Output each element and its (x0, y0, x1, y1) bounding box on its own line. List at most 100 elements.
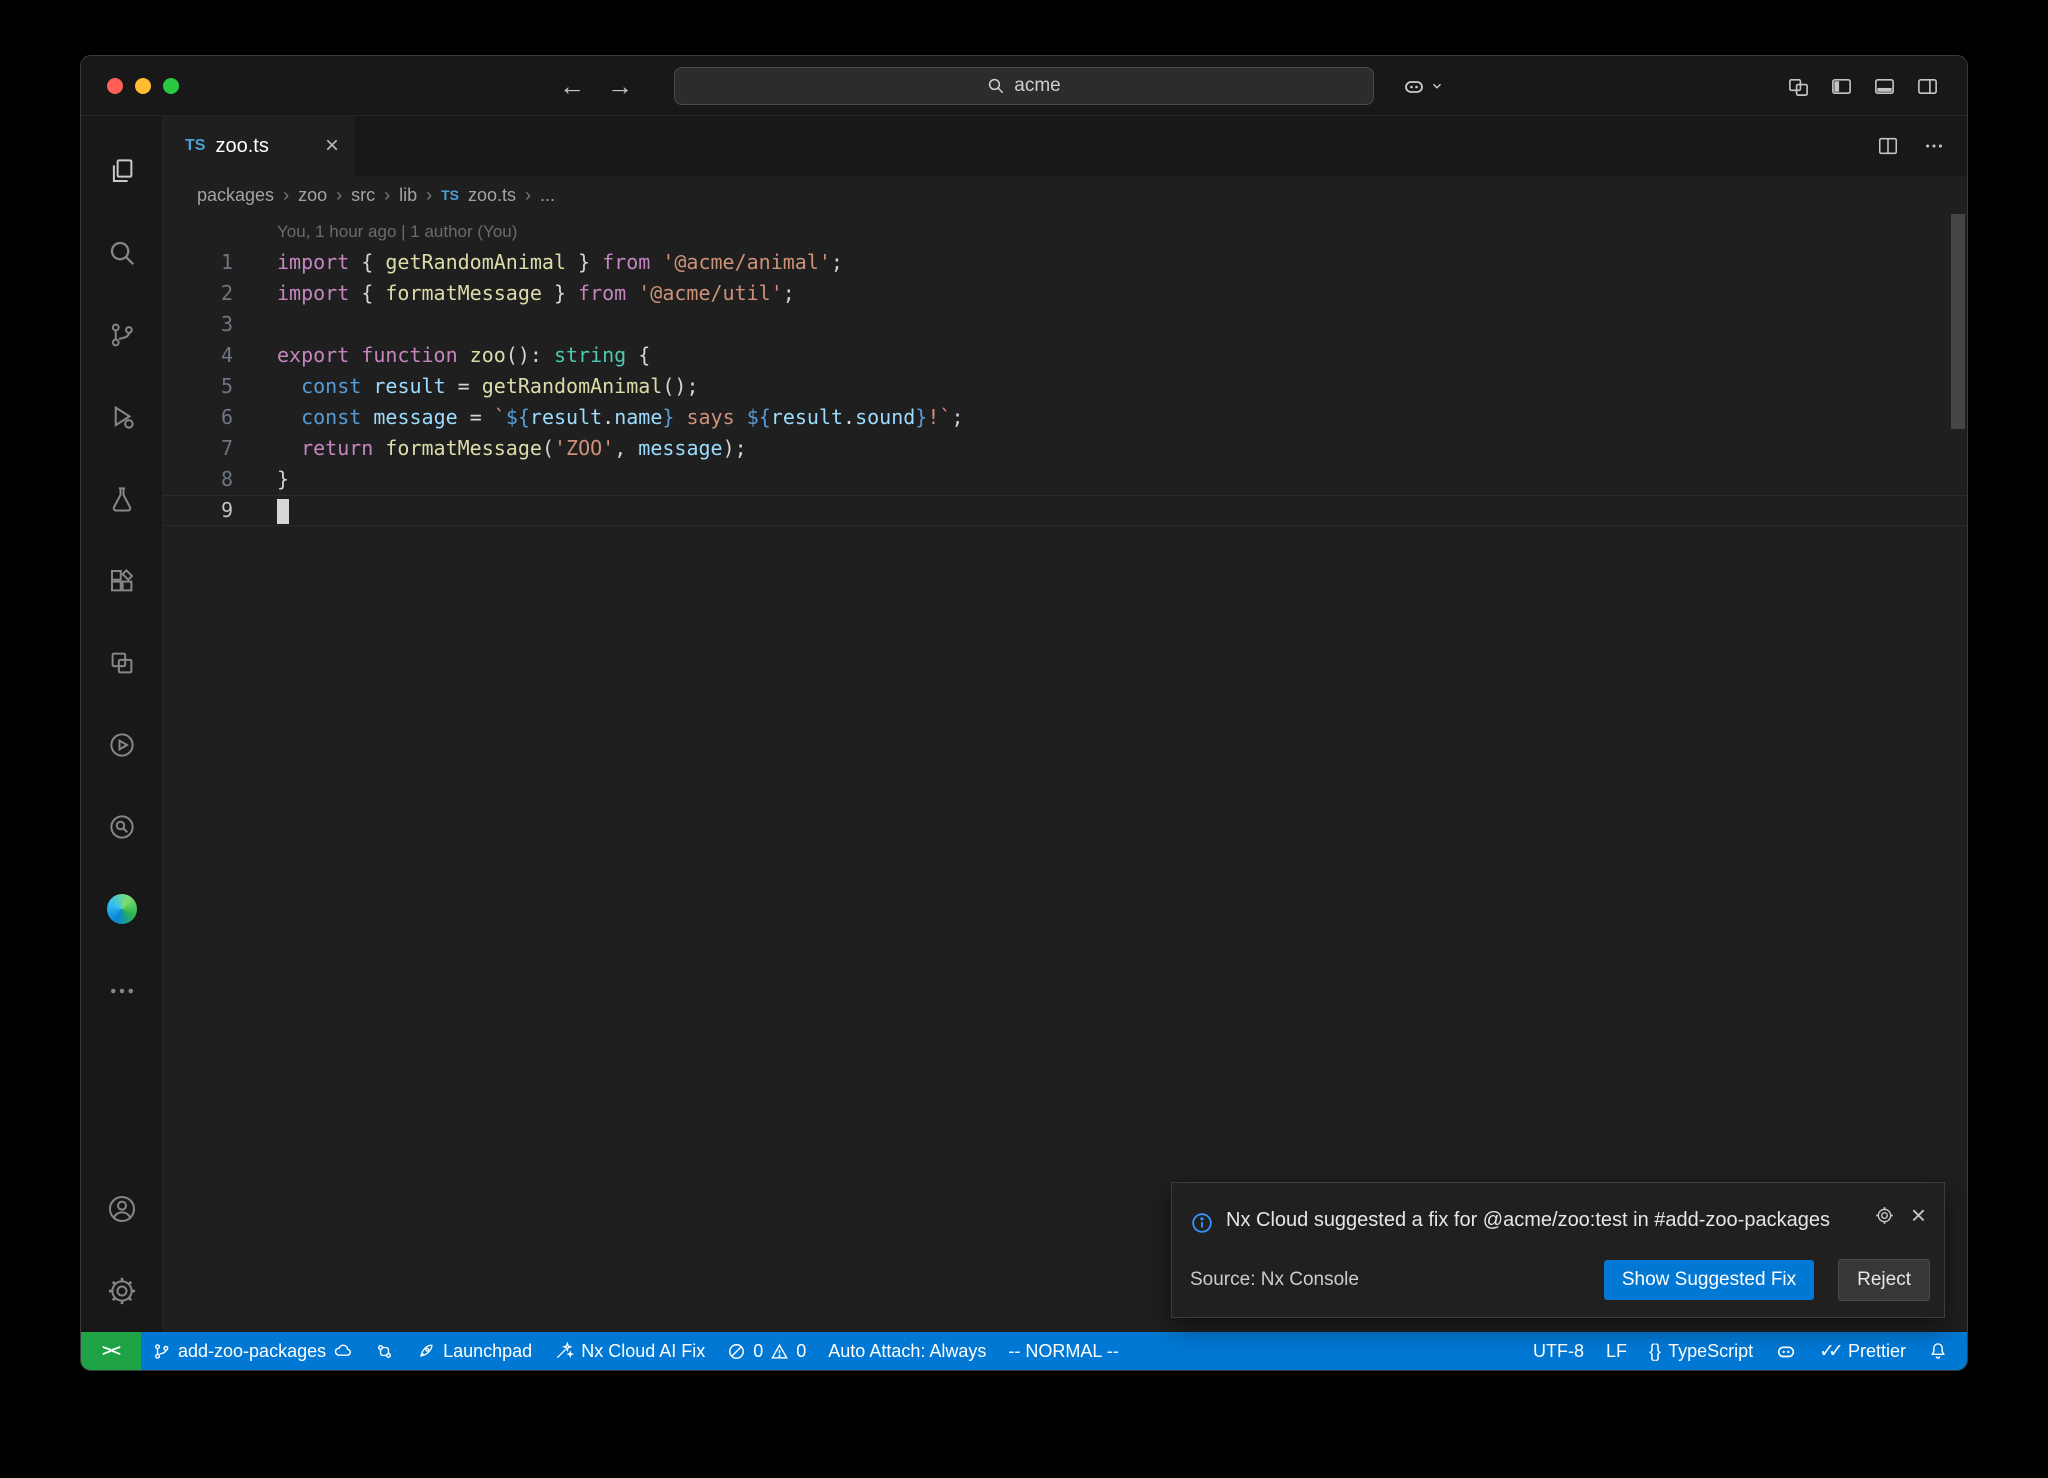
chevron-down-icon (1430, 79, 1444, 93)
encoding-label: UTF-8 (1533, 1341, 1584, 1362)
editor-actions (1877, 116, 1945, 176)
source-control-icon[interactable] (81, 294, 163, 376)
run-debug-icon[interactable] (81, 376, 163, 458)
errors-count: 0 (753, 1341, 763, 1362)
git-graph-item[interactable] (364, 1332, 405, 1370)
chevron-right-icon: › (384, 185, 390, 206)
notifications-bell-item[interactable] (1917, 1332, 1959, 1370)
breadcrumb-more[interactable]: ... (540, 185, 555, 206)
vertical-scrollbar[interactable] (1951, 214, 1965, 429)
code-line[interactable]: 4export function zoo(): string { (163, 340, 1967, 371)
code-line[interactable]: 8} (163, 464, 1967, 495)
edge-icon[interactable] (81, 868, 163, 950)
back-icon[interactable]: ← (559, 71, 585, 102)
formatter-label: Prettier (1848, 1341, 1906, 1362)
copilot-menu[interactable] (1402, 56, 1444, 116)
code-editor[interactable]: You, 1 hour ago | 1 author (You) 1import… (163, 214, 1967, 1332)
vim-block-cursor (277, 499, 289, 524)
toggle-panel-icon[interactable] (1873, 75, 1896, 98)
eol-item[interactable]: LF (1595, 1332, 1638, 1370)
copilot-status-item[interactable] (1764, 1332, 1808, 1370)
braces-icon: {} (1649, 1341, 1661, 1362)
command-center-search[interactable]: acme (674, 67, 1374, 105)
launchpad-item[interactable]: Launchpad (405, 1332, 543, 1370)
code-line[interactable]: 9 (163, 495, 1967, 526)
problems-item[interactable]: 0 0 (716, 1332, 817, 1370)
breadcrumb-item[interactable]: src (351, 185, 375, 206)
ts-file-icon: TS (441, 187, 459, 203)
code-line[interactable]: 5 const result = getRandomAnimal(); (163, 371, 1967, 402)
more-views-icon[interactable] (81, 950, 163, 1032)
maximize-window-button[interactable] (163, 78, 179, 94)
chevron-right-icon: › (336, 185, 342, 206)
search-sidebar-icon[interactable] (81, 212, 163, 294)
show-suggested-fix-button[interactable]: Show Suggested Fix (1604, 1260, 1814, 1300)
inspect-circle-icon[interactable] (81, 786, 163, 868)
split-editor-icon[interactable] (1877, 135, 1899, 157)
layout-controls (1787, 56, 1939, 116)
branch-name: add-zoo-packages (178, 1341, 326, 1362)
vim-mode-item[interactable]: -- NORMAL -- (997, 1332, 1129, 1370)
code-line[interactable]: 3 (163, 309, 1967, 340)
rocket-icon (416, 1341, 436, 1361)
code-line[interactable]: 7 return formatMessage('ZOO', message); (163, 433, 1967, 464)
breadcrumb: packages › zoo › src › lib › TS zoo.ts ›… (163, 176, 1967, 214)
launchpad-label: Launchpad (443, 1341, 532, 1362)
code-line[interactable]: 2import { formatMessage } from '@acme/ut… (163, 278, 1967, 309)
breadcrumb-item[interactable]: zoo (298, 185, 327, 206)
ts-file-icon: TS (185, 137, 205, 155)
breadcrumb-file[interactable]: zoo.ts (468, 185, 516, 206)
explorer-icon[interactable] (81, 130, 163, 212)
nx-console-icon[interactable] (81, 622, 163, 704)
reject-button[interactable]: Reject (1838, 1259, 1930, 1301)
play-circle-icon[interactable] (81, 704, 163, 786)
warnings-icon (770, 1342, 789, 1361)
language-label: TypeScript (1668, 1341, 1753, 1362)
auto-attach-label: Auto Attach: Always (828, 1341, 986, 1362)
git-branch-item[interactable]: add-zoo-packages (141, 1332, 364, 1370)
command-center-value: acme (1014, 75, 1060, 97)
auto-attach-item[interactable]: Auto Attach: Always (817, 1332, 997, 1370)
forward-icon[interactable]: → (607, 71, 633, 102)
cloud-sync-icon (333, 1341, 353, 1361)
extensions-icon[interactable] (81, 540, 163, 622)
warnings-count: 0 (796, 1341, 806, 1362)
nx-cloud-fix-item[interactable]: Nx Cloud AI Fix (543, 1332, 716, 1370)
tab-zoo-ts[interactable]: TS zoo.ts × (163, 116, 355, 176)
eol-label: LF (1606, 1341, 1627, 1362)
code-line[interactable]: 1import { getRandomAnimal } from '@acme/… (163, 247, 1967, 278)
toggle-sidebar-icon[interactable] (1830, 75, 1853, 98)
testing-icon[interactable] (81, 458, 163, 540)
customize-layout-icon[interactable] (1787, 75, 1810, 98)
notification-settings-gear-icon[interactable] (1874, 1205, 1895, 1226)
notification-message: Nx Cloud suggested a fix for @acme/zoo:t… (1226, 1201, 1862, 1239)
vscode-window: ← → acme (80, 55, 1968, 1371)
remote-indicator[interactable]: >< (81, 1332, 141, 1370)
encoding-item[interactable]: UTF-8 (1522, 1332, 1595, 1370)
notification-toast: Nx Cloud suggested a fix for @acme/zoo:t… (1171, 1182, 1945, 1318)
account-icon[interactable] (81, 1168, 163, 1250)
chevron-right-icon: › (426, 185, 432, 206)
notification-source: Source: Nx Console (1190, 1269, 1592, 1291)
breadcrumb-item[interactable]: lib (399, 185, 417, 206)
breadcrumb-item[interactable]: packages (197, 185, 274, 206)
minimize-window-button[interactable] (135, 78, 151, 94)
search-icon (987, 77, 1005, 95)
settings-gear-icon[interactable] (81, 1250, 163, 1332)
tab-close-icon[interactable]: × (325, 134, 339, 158)
more-actions-icon[interactable] (1923, 135, 1945, 157)
check-all-icon: ✓✓ (1819, 1340, 1837, 1363)
copilot-icon (1775, 1340, 1797, 1362)
notification-close-icon[interactable]: × (1911, 1205, 1926, 1226)
close-window-button[interactable] (107, 78, 123, 94)
language-mode-item[interactable]: {} TypeScript (1638, 1332, 1764, 1370)
code-line[interactable]: 6 const message = `${result.name} says $… (163, 402, 1967, 433)
toggle-secondary-sidebar-icon[interactable] (1916, 75, 1939, 98)
tab-bar: TS zoo.ts × (163, 116, 1967, 176)
errors-icon (727, 1342, 746, 1361)
formatter-item[interactable]: ✓✓ Prettier (1808, 1332, 1917, 1370)
git-blame-annotation: You, 1 hour ago | 1 author (You) (163, 216, 1967, 247)
chevron-right-icon: › (283, 185, 289, 206)
traffic-lights (107, 78, 179, 94)
title-bar: ← → acme (81, 56, 1967, 116)
